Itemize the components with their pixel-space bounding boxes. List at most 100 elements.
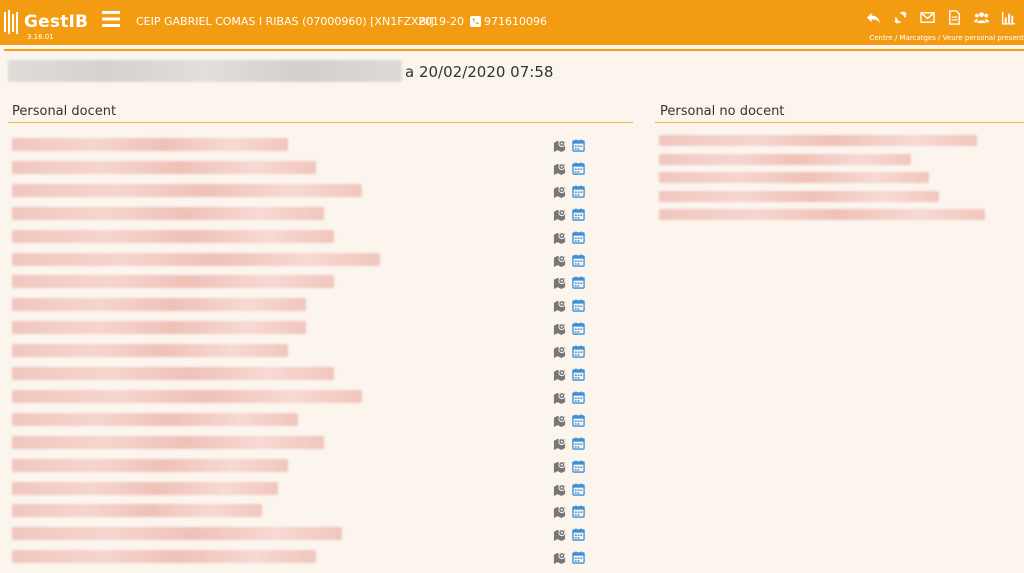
teaching-staff-title: Personal docent — [12, 104, 117, 119]
non-teaching-staff-row — [659, 135, 977, 146]
calendar-icon[interactable] — [572, 412, 585, 427]
map-location-icon[interactable] — [553, 160, 566, 175]
calendar-icon[interactable] — [572, 366, 585, 381]
calendar-icon[interactable] — [572, 160, 585, 175]
refresh-button[interactable] — [893, 10, 908, 25]
phone-icon — [470, 16, 481, 27]
row-actions — [553, 412, 585, 427]
staff-name-redacted — [12, 184, 362, 197]
hamburger-menu-icon[interactable] — [102, 11, 120, 27]
document-icon — [949, 10, 960, 25]
staff-name-redacted — [12, 230, 334, 243]
map-location-icon[interactable] — [553, 435, 566, 450]
map-location-icon[interactable] — [553, 503, 566, 518]
staff-name-redacted — [12, 253, 380, 266]
map-location-icon[interactable] — [553, 526, 566, 541]
staff-name-redacted — [12, 482, 278, 495]
map-location-icon[interactable] — [553, 183, 566, 198]
teaching-staff-row — [12, 550, 316, 563]
map-location-icon[interactable] — [553, 366, 566, 381]
staff-name-redacted — [12, 459, 288, 472]
row-actions — [553, 183, 585, 198]
teaching-staff-row — [12, 413, 298, 426]
calendar-icon[interactable] — [572, 206, 585, 221]
staff-name-redacted — [12, 344, 288, 357]
row-actions — [553, 229, 585, 244]
staff-name-redacted — [12, 550, 316, 563]
teaching-staff-row — [12, 527, 342, 540]
calendar-icon[interactable] — [572, 481, 585, 496]
calendar-icon[interactable] — [572, 252, 585, 267]
map-location-icon[interactable] — [553, 481, 566, 496]
teaching-staff-row — [12, 161, 316, 174]
calendar-icon[interactable] — [572, 137, 585, 152]
map-location-icon[interactable] — [553, 252, 566, 267]
row-actions — [553, 343, 585, 358]
app-name: GestIB — [24, 12, 89, 32]
calendar-icon[interactable] — [572, 320, 585, 335]
map-location-icon[interactable] — [553, 274, 566, 289]
calendar-icon[interactable] — [572, 274, 585, 289]
non-teaching-staff-row — [659, 172, 929, 183]
map-location-icon[interactable] — [553, 137, 566, 152]
calendar-icon[interactable] — [572, 343, 585, 358]
map-location-icon[interactable] — [553, 343, 566, 358]
row-actions — [553, 252, 585, 267]
map-location-icon[interactable] — [553, 206, 566, 221]
school-year: 2019-20 — [418, 15, 464, 28]
calendar-icon[interactable] — [572, 435, 585, 450]
staff-name-redacted — [12, 367, 334, 380]
app-version: 3.16.01 — [27, 33, 54, 41]
users-button[interactable] — [974, 10, 989, 25]
calendar-icon[interactable] — [572, 503, 585, 518]
staff-name-redacted — [12, 161, 316, 174]
top-divider — [4, 49, 1024, 51]
staff-name-redacted — [12, 527, 342, 540]
calendar-icon[interactable] — [572, 549, 585, 564]
row-actions — [553, 160, 585, 175]
toolbar — [866, 10, 1016, 25]
phone-number: 971610096 — [484, 15, 547, 28]
calendar-icon[interactable] — [572, 229, 585, 244]
teaching-staff-row — [12, 138, 288, 151]
staff-name-redacted — [659, 135, 977, 146]
map-location-icon[interactable] — [553, 458, 566, 473]
logo-mark-icon — [4, 10, 18, 34]
map-location-icon[interactable] — [553, 297, 566, 312]
calendar-icon[interactable] — [572, 526, 585, 541]
teaching-staff-row — [12, 436, 324, 449]
staff-name-redacted — [12, 207, 324, 220]
teaching-staff-row — [12, 390, 362, 403]
mail-button[interactable] — [920, 10, 935, 25]
teaching-staff-row — [12, 298, 306, 311]
teaching-staff-row — [12, 184, 362, 197]
bar-chart-icon — [1001, 11, 1016, 25]
calendar-icon[interactable] — [572, 183, 585, 198]
school-name: CEIP GABRIEL COMAS I RIBAS (07000960) [X… — [136, 15, 434, 28]
staff-name-redacted — [12, 138, 288, 151]
users-icon — [974, 12, 989, 24]
staff-name-redacted — [12, 413, 298, 426]
back-button[interactable] — [866, 10, 881, 25]
map-location-icon[interactable] — [553, 549, 566, 564]
calendar-icon[interactable] — [572, 297, 585, 312]
calendar-icon[interactable] — [572, 389, 585, 404]
document-button[interactable] — [947, 10, 962, 25]
stats-button[interactable] — [1001, 10, 1016, 25]
map-location-icon[interactable] — [553, 229, 566, 244]
staff-name-redacted — [12, 504, 262, 517]
row-actions — [553, 297, 585, 312]
teaching-staff-row — [12, 344, 288, 357]
school-phone: 971610096 — [470, 15, 547, 28]
non-teaching-staff-row — [659, 154, 911, 165]
teaching-staff-row — [12, 321, 306, 334]
calendar-icon[interactable] — [572, 458, 585, 473]
row-actions — [553, 274, 585, 289]
map-location-icon[interactable] — [553, 320, 566, 335]
map-location-icon[interactable] — [553, 389, 566, 404]
center-name-redacted — [8, 60, 402, 82]
breadcrumb: Centre / Marcatges / Veure personal pres… — [869, 34, 1024, 42]
map-location-icon[interactable] — [553, 412, 566, 427]
row-actions — [553, 481, 585, 496]
teaching-staff-row — [12, 207, 324, 220]
